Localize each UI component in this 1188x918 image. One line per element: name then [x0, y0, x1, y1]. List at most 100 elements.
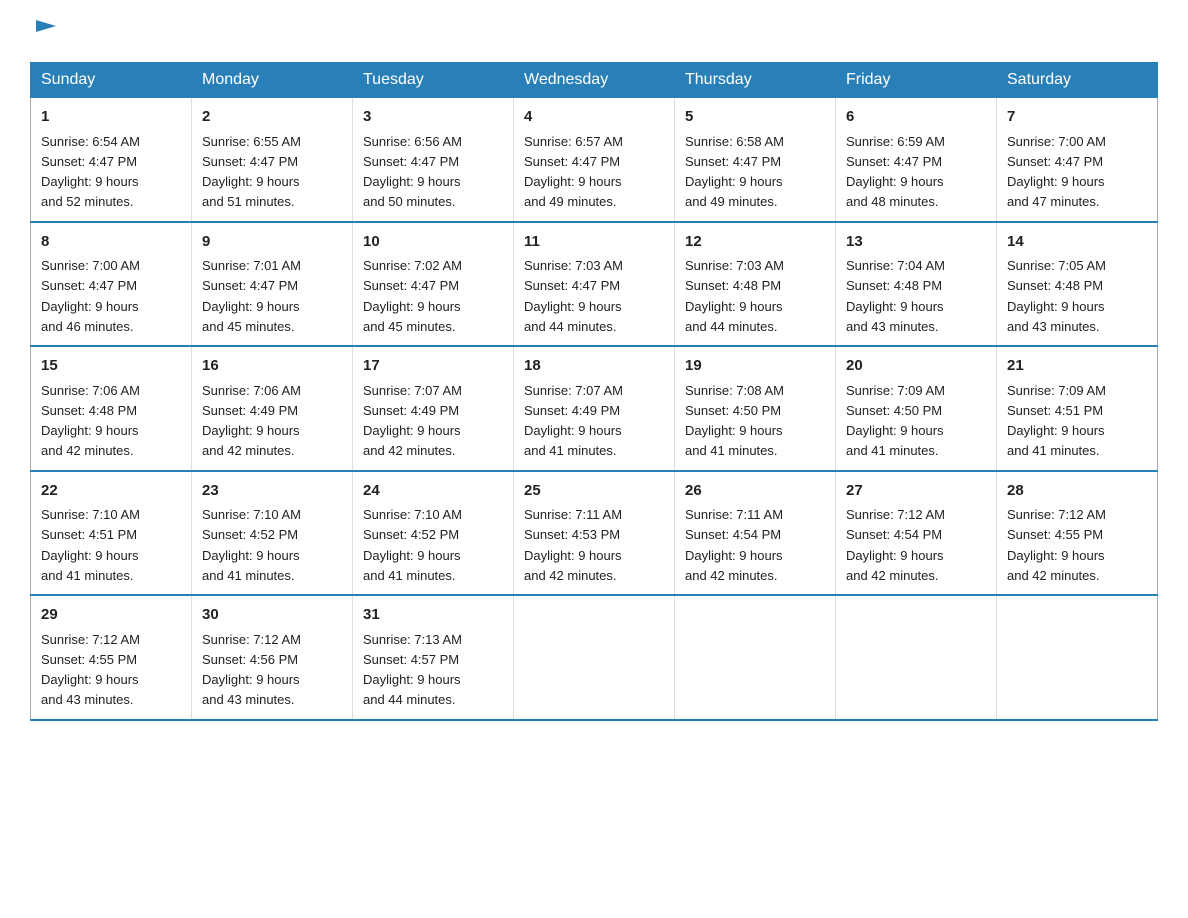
day-number: 13: [846, 231, 986, 254]
day-number: 25: [524, 480, 664, 503]
calendar-day-cell: 6 Sunrise: 6:59 AM Sunset: 4:47 PM Dayli…: [836, 98, 997, 222]
day-info: Sunrise: 7:01 AM Sunset: 4:47 PM Dayligh…: [202, 258, 301, 334]
day-number: 16: [202, 355, 342, 378]
day-info: Sunrise: 6:55 AM Sunset: 4:47 PM Dayligh…: [202, 134, 301, 210]
day-info: Sunrise: 7:13 AM Sunset: 4:57 PM Dayligh…: [363, 632, 462, 708]
day-number: 4: [524, 106, 664, 129]
calendar-day-cell: 4 Sunrise: 6:57 AM Sunset: 4:47 PM Dayli…: [514, 98, 675, 222]
day-info: Sunrise: 7:12 AM Sunset: 4:55 PM Dayligh…: [41, 632, 140, 708]
day-info: Sunrise: 6:54 AM Sunset: 4:47 PM Dayligh…: [41, 134, 140, 210]
calendar-week-row: 29 Sunrise: 7:12 AM Sunset: 4:55 PM Dayl…: [31, 595, 1158, 720]
day-number: 6: [846, 106, 986, 129]
day-info: Sunrise: 7:11 AM Sunset: 4:53 PM Dayligh…: [524, 507, 622, 583]
day-of-week-header: Saturday: [997, 63, 1158, 98]
calendar-day-cell: 22 Sunrise: 7:10 AM Sunset: 4:51 PM Dayl…: [31, 471, 192, 596]
logo-flag-icon: [32, 16, 60, 44]
logo: [30, 20, 60, 44]
calendar-day-cell: 29 Sunrise: 7:12 AM Sunset: 4:55 PM Dayl…: [31, 595, 192, 720]
calendar-day-cell: 21 Sunrise: 7:09 AM Sunset: 4:51 PM Dayl…: [997, 346, 1158, 471]
day-number: 14: [1007, 231, 1147, 254]
day-info: Sunrise: 7:06 AM Sunset: 4:48 PM Dayligh…: [41, 383, 140, 459]
day-number: 2: [202, 106, 342, 129]
day-of-week-header: Tuesday: [353, 63, 514, 98]
day-info: Sunrise: 7:12 AM Sunset: 4:54 PM Dayligh…: [846, 507, 945, 583]
day-info: Sunrise: 7:00 AM Sunset: 4:47 PM Dayligh…: [41, 258, 140, 334]
day-info: Sunrise: 7:11 AM Sunset: 4:54 PM Dayligh…: [685, 507, 783, 583]
calendar-day-cell: 25 Sunrise: 7:11 AM Sunset: 4:53 PM Dayl…: [514, 471, 675, 596]
day-info: Sunrise: 7:10 AM Sunset: 4:51 PM Dayligh…: [41, 507, 140, 583]
calendar-day-cell: 3 Sunrise: 6:56 AM Sunset: 4:47 PM Dayli…: [353, 98, 514, 222]
calendar-day-cell: 17 Sunrise: 7:07 AM Sunset: 4:49 PM Dayl…: [353, 346, 514, 471]
day-of-week-header: Thursday: [675, 63, 836, 98]
calendar-day-cell: 24 Sunrise: 7:10 AM Sunset: 4:52 PM Dayl…: [353, 471, 514, 596]
day-number: 22: [41, 480, 181, 503]
day-number: 15: [41, 355, 181, 378]
calendar-week-row: 1 Sunrise: 6:54 AM Sunset: 4:47 PM Dayli…: [31, 98, 1158, 222]
day-info: Sunrise: 7:12 AM Sunset: 4:55 PM Dayligh…: [1007, 507, 1106, 583]
calendar-body: 1 Sunrise: 6:54 AM Sunset: 4:47 PM Dayli…: [31, 98, 1158, 720]
calendar-day-cell: 12 Sunrise: 7:03 AM Sunset: 4:48 PM Dayl…: [675, 222, 836, 347]
day-number: 24: [363, 480, 503, 503]
calendar-day-cell: [997, 595, 1158, 720]
day-number: 18: [524, 355, 664, 378]
calendar-day-cell: 26 Sunrise: 7:11 AM Sunset: 4:54 PM Dayl…: [675, 471, 836, 596]
day-info: Sunrise: 6:58 AM Sunset: 4:47 PM Dayligh…: [685, 134, 784, 210]
calendar-day-cell: 1 Sunrise: 6:54 AM Sunset: 4:47 PM Dayli…: [31, 98, 192, 222]
day-number: 26: [685, 480, 825, 503]
day-info: Sunrise: 7:04 AM Sunset: 4:48 PM Dayligh…: [846, 258, 945, 334]
calendar-day-cell: 13 Sunrise: 7:04 AM Sunset: 4:48 PM Dayl…: [836, 222, 997, 347]
calendar-day-cell: 5 Sunrise: 6:58 AM Sunset: 4:47 PM Dayli…: [675, 98, 836, 222]
day-number: 27: [846, 480, 986, 503]
calendar-day-cell: 31 Sunrise: 7:13 AM Sunset: 4:57 PM Dayl…: [353, 595, 514, 720]
header-row: SundayMondayTuesdayWednesdayThursdayFrid…: [31, 63, 1158, 98]
day-number: 7: [1007, 106, 1147, 129]
day-info: Sunrise: 7:10 AM Sunset: 4:52 PM Dayligh…: [202, 507, 301, 583]
day-number: 31: [363, 604, 503, 627]
day-number: 8: [41, 231, 181, 254]
calendar-day-cell: 10 Sunrise: 7:02 AM Sunset: 4:47 PM Dayl…: [353, 222, 514, 347]
day-info: Sunrise: 7:03 AM Sunset: 4:47 PM Dayligh…: [524, 258, 623, 334]
day-info: Sunrise: 7:12 AM Sunset: 4:56 PM Dayligh…: [202, 632, 301, 708]
calendar-day-cell: 9 Sunrise: 7:01 AM Sunset: 4:47 PM Dayli…: [192, 222, 353, 347]
day-info: Sunrise: 7:07 AM Sunset: 4:49 PM Dayligh…: [524, 383, 623, 459]
calendar-day-cell: 15 Sunrise: 7:06 AM Sunset: 4:48 PM Dayl…: [31, 346, 192, 471]
day-info: Sunrise: 7:09 AM Sunset: 4:50 PM Dayligh…: [846, 383, 945, 459]
day-number: 21: [1007, 355, 1147, 378]
day-info: Sunrise: 7:09 AM Sunset: 4:51 PM Dayligh…: [1007, 383, 1106, 459]
calendar-day-cell: 27 Sunrise: 7:12 AM Sunset: 4:54 PM Dayl…: [836, 471, 997, 596]
day-number: 11: [524, 231, 664, 254]
day-number: 17: [363, 355, 503, 378]
day-number: 1: [41, 106, 181, 129]
day-number: 3: [363, 106, 503, 129]
calendar-header: SundayMondayTuesdayWednesdayThursdayFrid…: [31, 63, 1158, 98]
day-info: Sunrise: 7:05 AM Sunset: 4:48 PM Dayligh…: [1007, 258, 1106, 334]
day-number: 28: [1007, 480, 1147, 503]
day-info: Sunrise: 7:03 AM Sunset: 4:48 PM Dayligh…: [685, 258, 784, 334]
day-info: Sunrise: 7:07 AM Sunset: 4:49 PM Dayligh…: [363, 383, 462, 459]
day-number: 5: [685, 106, 825, 129]
calendar-day-cell: 11 Sunrise: 7:03 AM Sunset: 4:47 PM Dayl…: [514, 222, 675, 347]
day-number: 30: [202, 604, 342, 627]
calendar-day-cell: 16 Sunrise: 7:06 AM Sunset: 4:49 PM Dayl…: [192, 346, 353, 471]
day-info: Sunrise: 6:59 AM Sunset: 4:47 PM Dayligh…: [846, 134, 945, 210]
day-number: 23: [202, 480, 342, 503]
day-of-week-header: Sunday: [31, 63, 192, 98]
day-of-week-header: Wednesday: [514, 63, 675, 98]
calendar-week-row: 15 Sunrise: 7:06 AM Sunset: 4:48 PM Dayl…: [31, 346, 1158, 471]
day-info: Sunrise: 6:57 AM Sunset: 4:47 PM Dayligh…: [524, 134, 623, 210]
calendar-week-row: 8 Sunrise: 7:00 AM Sunset: 4:47 PM Dayli…: [31, 222, 1158, 347]
day-number: 20: [846, 355, 986, 378]
day-info: Sunrise: 7:06 AM Sunset: 4:49 PM Dayligh…: [202, 383, 301, 459]
day-info: Sunrise: 7:08 AM Sunset: 4:50 PM Dayligh…: [685, 383, 784, 459]
calendar-day-cell: 2 Sunrise: 6:55 AM Sunset: 4:47 PM Dayli…: [192, 98, 353, 222]
calendar-day-cell: 20 Sunrise: 7:09 AM Sunset: 4:50 PM Dayl…: [836, 346, 997, 471]
calendar-table: SundayMondayTuesdayWednesdayThursdayFrid…: [30, 62, 1158, 721]
calendar-day-cell: [836, 595, 997, 720]
calendar-week-row: 22 Sunrise: 7:10 AM Sunset: 4:51 PM Dayl…: [31, 471, 1158, 596]
day-of-week-header: Friday: [836, 63, 997, 98]
calendar-day-cell: 30 Sunrise: 7:12 AM Sunset: 4:56 PM Dayl…: [192, 595, 353, 720]
day-number: 29: [41, 604, 181, 627]
calendar-day-cell: [514, 595, 675, 720]
day-info: Sunrise: 6:56 AM Sunset: 4:47 PM Dayligh…: [363, 134, 462, 210]
day-of-week-header: Monday: [192, 63, 353, 98]
